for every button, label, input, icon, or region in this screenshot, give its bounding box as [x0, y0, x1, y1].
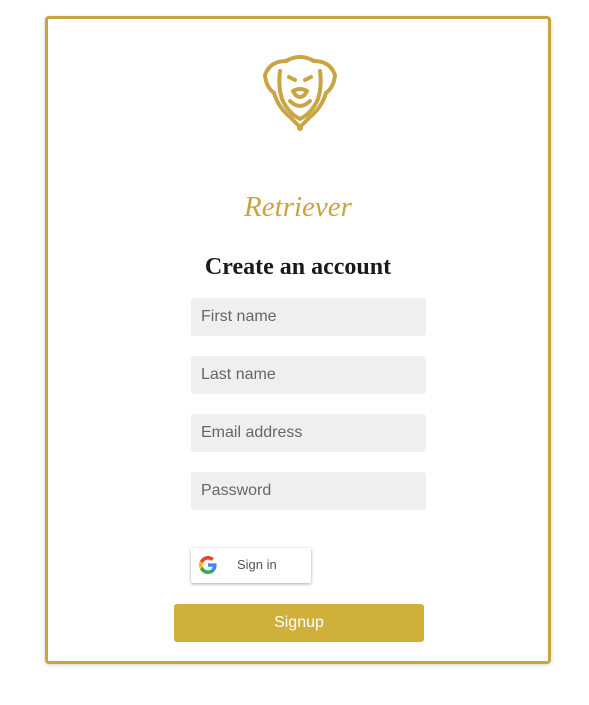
email-input[interactable]: [191, 414, 426, 452]
last-name-input[interactable]: [191, 356, 426, 394]
signup-card: Retriever Create an account Sign in Sign…: [45, 16, 551, 664]
google-icon: [199, 556, 217, 574]
brand-name: Retriever: [244, 191, 352, 223]
password-input[interactable]: [191, 472, 426, 510]
google-signin-label: Sign in: [237, 557, 277, 572]
signup-button[interactable]: Signup: [174, 604, 424, 642]
first-name-input[interactable]: [191, 298, 426, 336]
google-signin-button[interactable]: Sign in: [191, 548, 311, 583]
retriever-dog-icon: [263, 55, 337, 131]
page-title: Create an account: [204, 254, 392, 280]
